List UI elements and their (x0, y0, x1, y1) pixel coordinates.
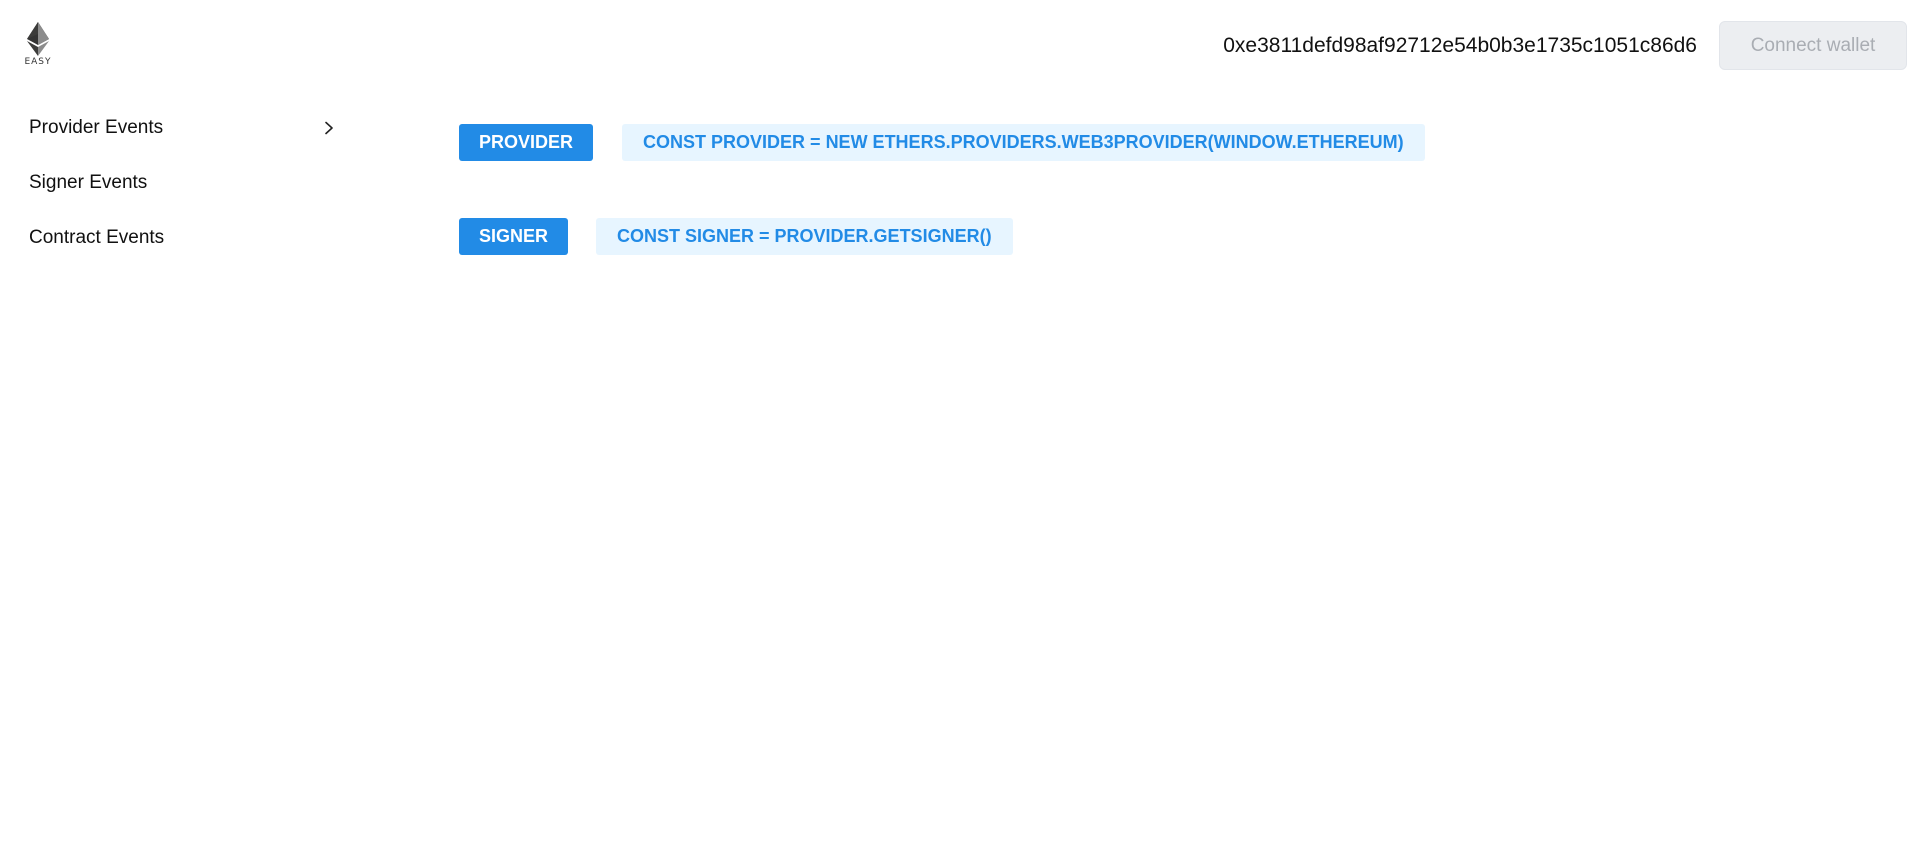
app-logo[interactable]: EASY (22, 22, 54, 72)
sidebar-item-label: Signer Events (29, 171, 148, 193)
connect-wallet-button[interactable]: Connect wallet (1719, 21, 1907, 70)
wallet-address: 0xe3811defd98af92712e54b0b3e1735c1051c86… (1223, 33, 1697, 57)
signer-row: SIGNER CONST SIGNER = PROVIDER.GETSIGNER… (459, 218, 1013, 255)
provider-button[interactable]: PROVIDER (459, 124, 594, 161)
sidebar-item-provider-events[interactable]: Provider Events (0, 100, 350, 155)
sidebar-item-label: Contract Events (29, 226, 165, 248)
sidebar-item-signer-events[interactable]: Signer Events (0, 155, 350, 210)
signer-code: CONST SIGNER = PROVIDER.GETSIGNER() (596, 218, 1013, 255)
logo-text: EASY (24, 57, 52, 67)
header-actions: 0xe3811defd98af92712e54b0b3e1735c1051c86… (1223, 21, 1907, 70)
chevron-right-icon (325, 121, 333, 134)
ethereum-icon (27, 22, 49, 56)
sidebar-nav: Provider Events Signer Events Contract E… (0, 100, 350, 265)
provider-code: CONST PROVIDER = NEW ETHERS.PROVIDERS.WE… (622, 124, 1425, 161)
app-page: EASY 0xe3811defd98af92712e54b0b3e1735c10… (0, 0, 1920, 850)
sidebar-item-label: Provider Events (29, 116, 164, 138)
provider-row: PROVIDER CONST PROVIDER = NEW ETHERS.PRO… (459, 124, 1425, 161)
signer-button[interactable]: SIGNER (459, 218, 569, 255)
sidebar-item-contract-events[interactable]: Contract Events (0, 210, 350, 265)
